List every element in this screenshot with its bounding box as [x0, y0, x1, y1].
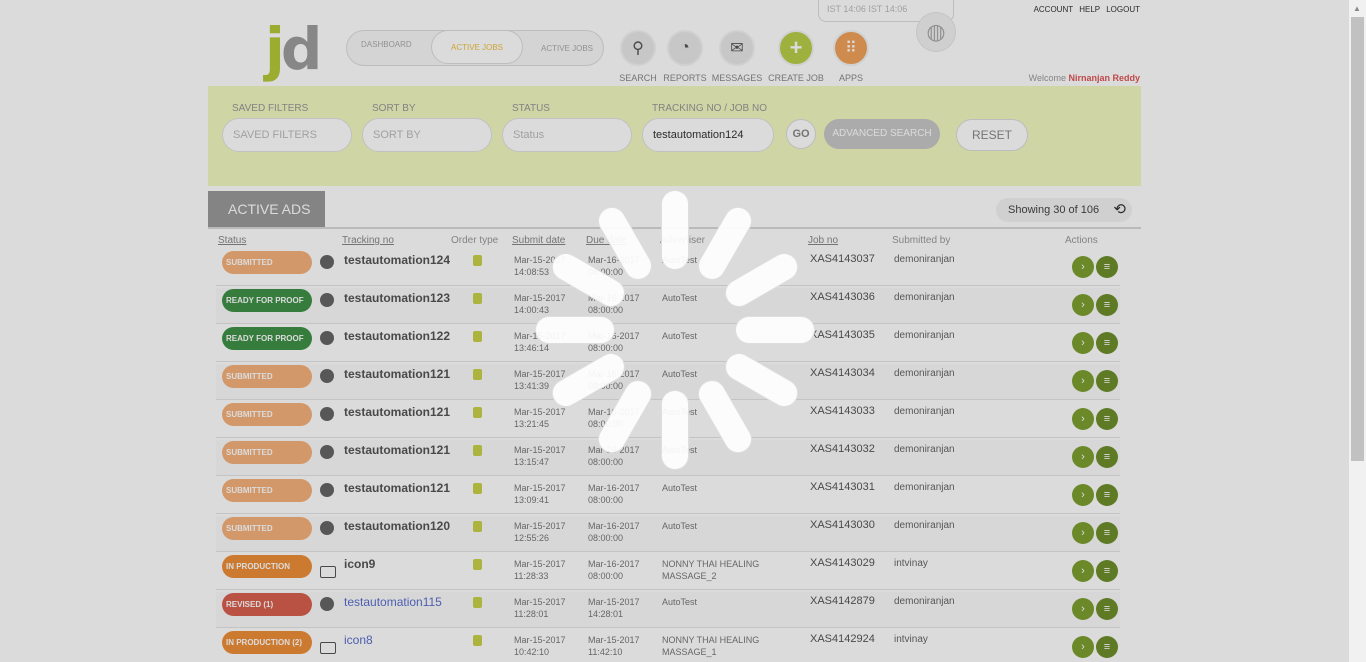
- spinner-bar: [735, 316, 815, 344]
- spinner-bar: [535, 316, 615, 344]
- loading-overlay: [0, 0, 1366, 662]
- loading-spinner-icon: [535, 190, 815, 470]
- spinner-bar: [661, 390, 689, 470]
- spinner-bar: [661, 190, 689, 270]
- page-scrollbar[interactable]: ▲: [1349, 0, 1366, 662]
- scroll-thumb[interactable]: [1351, 17, 1364, 461]
- app-page: jd DASHBOARD ACTIVE JOBS ACTIVE JOBS ⚲ S…: [0, 0, 1366, 662]
- scroll-up-icon[interactable]: ▲: [1353, 4, 1361, 13]
